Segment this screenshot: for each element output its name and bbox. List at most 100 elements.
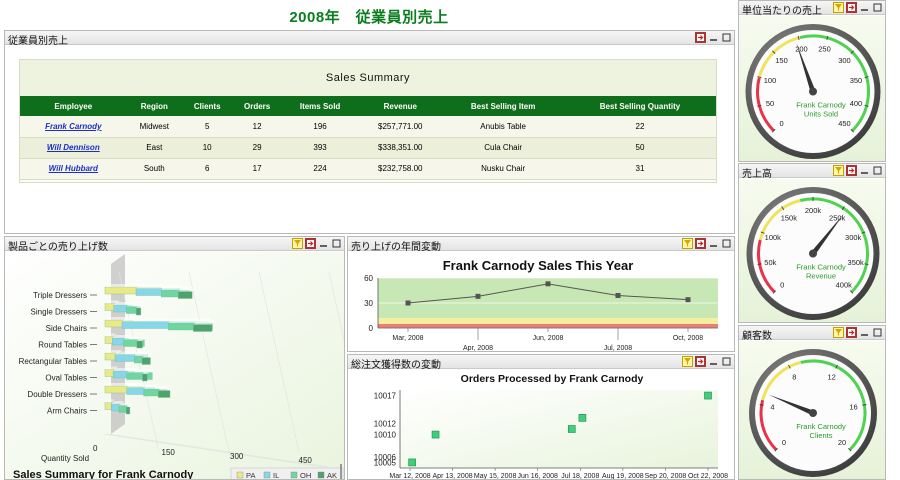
column-header[interactable]: Best Selling Quantity: [564, 96, 716, 116]
gauge-tick-label: 4: [770, 403, 774, 412]
bar-top: [178, 288, 196, 292]
x-tick-label: Oct, 2008: [673, 335, 703, 342]
column-header[interactable]: Employee: [20, 96, 127, 116]
maximize-icon[interactable]: [721, 238, 732, 249]
x-tick-label: May 15, 2008: [474, 473, 517, 480]
maximize-icon[interactable]: [872, 327, 883, 338]
filter-icon[interactable]: [833, 2, 844, 13]
category-label: Triple Dressers: [33, 291, 87, 300]
column-header[interactable]: Revenue: [358, 96, 443, 116]
maximize-icon[interactable]: [872, 2, 883, 13]
gauge-label: Revenue: [806, 272, 836, 281]
revenue-panel: 売上高 0 50k 100k 150k 200k 250k 300k 350k 400k Fran…: [738, 163, 886, 323]
bar-front: [125, 406, 131, 415]
filter-icon[interactable]: [292, 238, 303, 249]
panel-header: 顧客数: [739, 326, 885, 342]
filter-icon[interactable]: [833, 165, 844, 176]
legend-label: IL: [273, 471, 279, 480]
product-sales-panel: 製品ごとの売り上げ数 Triple Dressers Single Dresser…: [4, 236, 345, 480]
filter-icon[interactable]: [682, 238, 693, 249]
gauge-tick-label: 200k: [805, 206, 822, 215]
minimize-icon[interactable]: [859, 165, 870, 176]
panel-title: 製品ごとの売り上げ数: [8, 242, 108, 253]
minimize-icon[interactable]: [318, 238, 329, 249]
maximize-icon[interactable]: [872, 165, 883, 176]
table-cell: 50: [564, 137, 716, 159]
table-cell: 393: [281, 137, 359, 159]
minimize-icon[interactable]: [859, 2, 870, 13]
export-icon[interactable]: [846, 165, 857, 176]
table-cell: Nusku Chair: [442, 158, 564, 180]
minimize-icon[interactable]: [859, 327, 870, 338]
gauge-tick-label: 100k: [765, 233, 782, 242]
data-point: [685, 297, 691, 303]
data-point: [475, 293, 481, 299]
x-tick-label: 150: [162, 448, 176, 457]
x-axis-label: Quantity Sold: [41, 454, 89, 463]
column-header[interactable]: Best Selling Item: [442, 96, 564, 116]
minimize-icon[interactable]: [708, 238, 719, 249]
maximize-icon[interactable]: [331, 238, 342, 249]
product-sales-chart: Triple Dressers Single Dressers Side Chair…: [5, 252, 344, 480]
x-tick-label: 300: [230, 452, 244, 461]
export-icon[interactable]: [695, 238, 706, 249]
table-row: Will Dennison East 10 29 393 $338,351.00 Cula …: [20, 137, 716, 159]
gauge-hub: [809, 249, 817, 258]
filter-icon[interactable]: [833, 327, 844, 338]
gauge-tick-label: 400: [850, 99, 863, 108]
sales-summary-caption: Sales Summary: [20, 60, 716, 96]
panel-title: 総注文獲得数の変動: [351, 360, 441, 371]
revenue-gauge: 050k100k150k200k250k300k350k400kFrank Ca…: [746, 187, 880, 320]
table-cell: 196: [281, 116, 359, 138]
employee-link[interactable]: Frank Carnody: [20, 116, 127, 138]
gauge-body: 0 50k 100k 150k 200k 250k 300k 350k 400k Frank Ca…: [739, 179, 885, 322]
bar-oh: [126, 369, 156, 380]
table-cell: $257,771.00: [358, 116, 443, 138]
export-icon[interactable]: [695, 32, 706, 43]
y-tick-label: 10010: [374, 431, 397, 440]
panel-title: 従業員別売上: [8, 36, 68, 47]
employee-link[interactable]: Will Hubbard: [20, 158, 127, 180]
category-label: Oval Tables: [45, 374, 87, 383]
minimize-icon[interactable]: [708, 32, 719, 43]
x-tick-label: Sep 20, 2008: [645, 473, 687, 480]
x-tick-label: Jul 18, 2008: [561, 473, 599, 480]
gauge-label: Clients: [810, 431, 833, 440]
table-row: Frank Carnody Midwest 5 12 196 $257,771.00 Anu…: [20, 116, 716, 138]
panel-title: 売上高: [742, 169, 772, 180]
export-icon[interactable]: [846, 327, 857, 338]
data-point: [615, 293, 621, 298]
gauge-tick-label: 12: [827, 372, 835, 381]
legend-swatch: [290, 471, 298, 479]
table-cell: Midwest: [126, 116, 182, 138]
panel-header: 単位当たりの売上: [739, 1, 885, 17]
legend-swatch: [263, 471, 271, 479]
minimize-icon[interactable]: [708, 356, 719, 367]
x-tick-label: Mar, 2008: [392, 335, 423, 342]
column-header[interactable]: Orders: [232, 96, 282, 116]
filter-icon[interactable]: [682, 356, 693, 367]
category-label: Double Dressers: [27, 390, 87, 399]
column-header[interactable]: Items Sold: [281, 96, 359, 116]
column-header[interactable]: Clients: [182, 96, 233, 116]
panel-title: 単位当たりの売上: [742, 6, 822, 17]
column-header[interactable]: Region: [126, 96, 182, 116]
gauge-hub: [809, 409, 817, 417]
table-cell: Cula Chair: [442, 137, 564, 159]
employee-link[interactable]: Will Dennison: [20, 137, 127, 159]
maximize-icon[interactable]: [721, 356, 732, 367]
export-icon[interactable]: [846, 2, 857, 13]
bar-front: [126, 372, 153, 380]
gauge-tick-label: 200: [795, 45, 808, 54]
export-icon[interactable]: [305, 238, 316, 249]
gauge-tick-label: 350k: [848, 258, 865, 267]
gauge-tick-label: 150: [775, 56, 788, 65]
unit-sales-panel: 単位当たりの売上 0 50 100 150 200 250 300 350 400 450 Fran…: [738, 0, 886, 162]
gauge-label: Frank Carnody: [796, 101, 846, 110]
table-cell: 10: [182, 137, 233, 159]
table-cell: 31: [564, 158, 716, 180]
maximize-icon[interactable]: [721, 32, 732, 43]
employee-sales-panel: 従業員別売上 Sales Summary Employee Region Clien…: [4, 30, 735, 234]
data-point: [545, 281, 551, 287]
export-icon[interactable]: [695, 356, 706, 367]
